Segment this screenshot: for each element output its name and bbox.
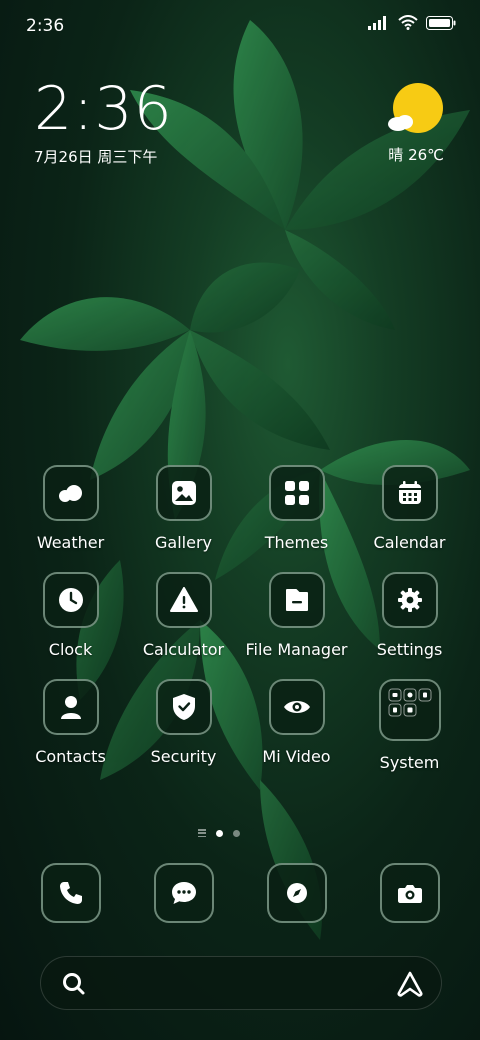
themes-icon [284, 481, 309, 505]
dock-camera[interactable] [353, 863, 466, 923]
browser-icon [286, 883, 307, 903]
messages-icon [171, 882, 196, 904]
page-dot-active [216, 829, 223, 837]
status-time: 2:36 [26, 16, 65, 36]
battery-icon [426, 15, 456, 30]
app-label: Clock [48, 640, 93, 659]
app-label: Calendar [373, 533, 446, 552]
app-contacts[interactable]: Contacts [14, 679, 127, 772]
camera-icon [397, 885, 422, 903]
app-weather[interactable]: Weather [14, 465, 127, 552]
security-icon [172, 694, 195, 720]
page-dot [233, 829, 240, 837]
app-calculator-tile[interactable] [155, 572, 212, 628]
clock-date: 7月26日 周三下午 [34, 148, 158, 166]
calculator-icon [169, 587, 198, 612]
signal-icon [368, 15, 386, 30]
app-system-folder-tile[interactable] [378, 679, 441, 741]
app-security[interactable]: Security [127, 679, 240, 772]
app-weather-tile[interactable] [42, 465, 99, 521]
app-calendar[interactable]: Calendar [353, 465, 466, 552]
gallery-icon [171, 481, 196, 505]
clock-time: 2:36 [34, 74, 173, 144]
page-indicator[interactable] [198, 829, 240, 837]
contacts-icon [60, 696, 81, 719]
search-icon[interactable] [61, 971, 87, 997]
app-label: Gallery [155, 533, 212, 552]
app-gallery[interactable]: Gallery [127, 465, 240, 552]
app-calendar-tile[interactable] [381, 465, 438, 521]
app-grid: Weather Gallery Themes Calendar Clock Ca… [14, 465, 466, 772]
phone-icon [59, 882, 82, 904]
app-label: Settings [376, 640, 443, 659]
assistant-icon[interactable] [395, 969, 425, 999]
clock-icon [58, 588, 83, 612]
app-file-manager[interactable]: File Manager [240, 572, 353, 659]
app-label: Contacts [35, 747, 106, 766]
mi-video-icon [283, 701, 310, 713]
wifi-icon [398, 15, 418, 30]
app-label: Security [150, 747, 217, 766]
app-security-tile[interactable] [155, 679, 212, 735]
page-list-icon [198, 829, 206, 837]
weather-widget[interactable]: 晴 26℃ [364, 82, 444, 165]
app-mi-video-tile[interactable] [268, 679, 325, 735]
app-settings[interactable]: Settings [353, 572, 466, 659]
dock-browser[interactable] [240, 863, 353, 923]
app-themes-tile[interactable] [268, 465, 325, 521]
app-label: Mi Video [262, 747, 331, 766]
weather-condition-temp: 晴 26℃ [388, 146, 444, 164]
status-bar: 2:36 [0, 0, 480, 50]
app-gallery-tile[interactable] [155, 465, 212, 521]
app-settings-tile[interactable] [381, 572, 438, 628]
app-calculator[interactable]: Calculator [127, 572, 240, 659]
app-label: File Manager [245, 640, 348, 659]
dock-messages[interactable] [127, 863, 240, 923]
search-bar[interactable] [40, 956, 442, 1010]
app-label: Themes [264, 533, 329, 552]
clock-widget[interactable]: 2:36 7月26日 周三下午 [34, 76, 173, 167]
system-folder-icon [388, 688, 431, 717]
file-manager-icon [285, 589, 308, 611]
app-file-manager-tile[interactable] [268, 572, 325, 628]
app-label: Weather [36, 533, 105, 552]
sun-cloud-icon [384, 82, 444, 142]
calendar-icon [398, 481, 421, 504]
app-label: Calculator [142, 640, 225, 659]
dock [14, 863, 466, 923]
app-clock-tile[interactable] [42, 572, 99, 628]
dock-phone[interactable] [14, 863, 127, 923]
app-themes[interactable]: Themes [240, 465, 353, 552]
app-contacts-tile[interactable] [42, 679, 99, 735]
settings-icon [397, 588, 422, 612]
app-clock[interactable]: Clock [14, 572, 127, 659]
dock-phone-tile[interactable] [40, 863, 101, 923]
weather-icon [58, 485, 82, 502]
app-system-folder[interactable]: System [353, 679, 466, 772]
app-mi-video[interactable]: Mi Video [240, 679, 353, 772]
dock-messages-tile[interactable] [153, 863, 214, 923]
dock-browser-tile[interactable] [266, 863, 327, 923]
dock-camera-tile[interactable] [379, 863, 440, 923]
app-label: System [379, 753, 440, 772]
